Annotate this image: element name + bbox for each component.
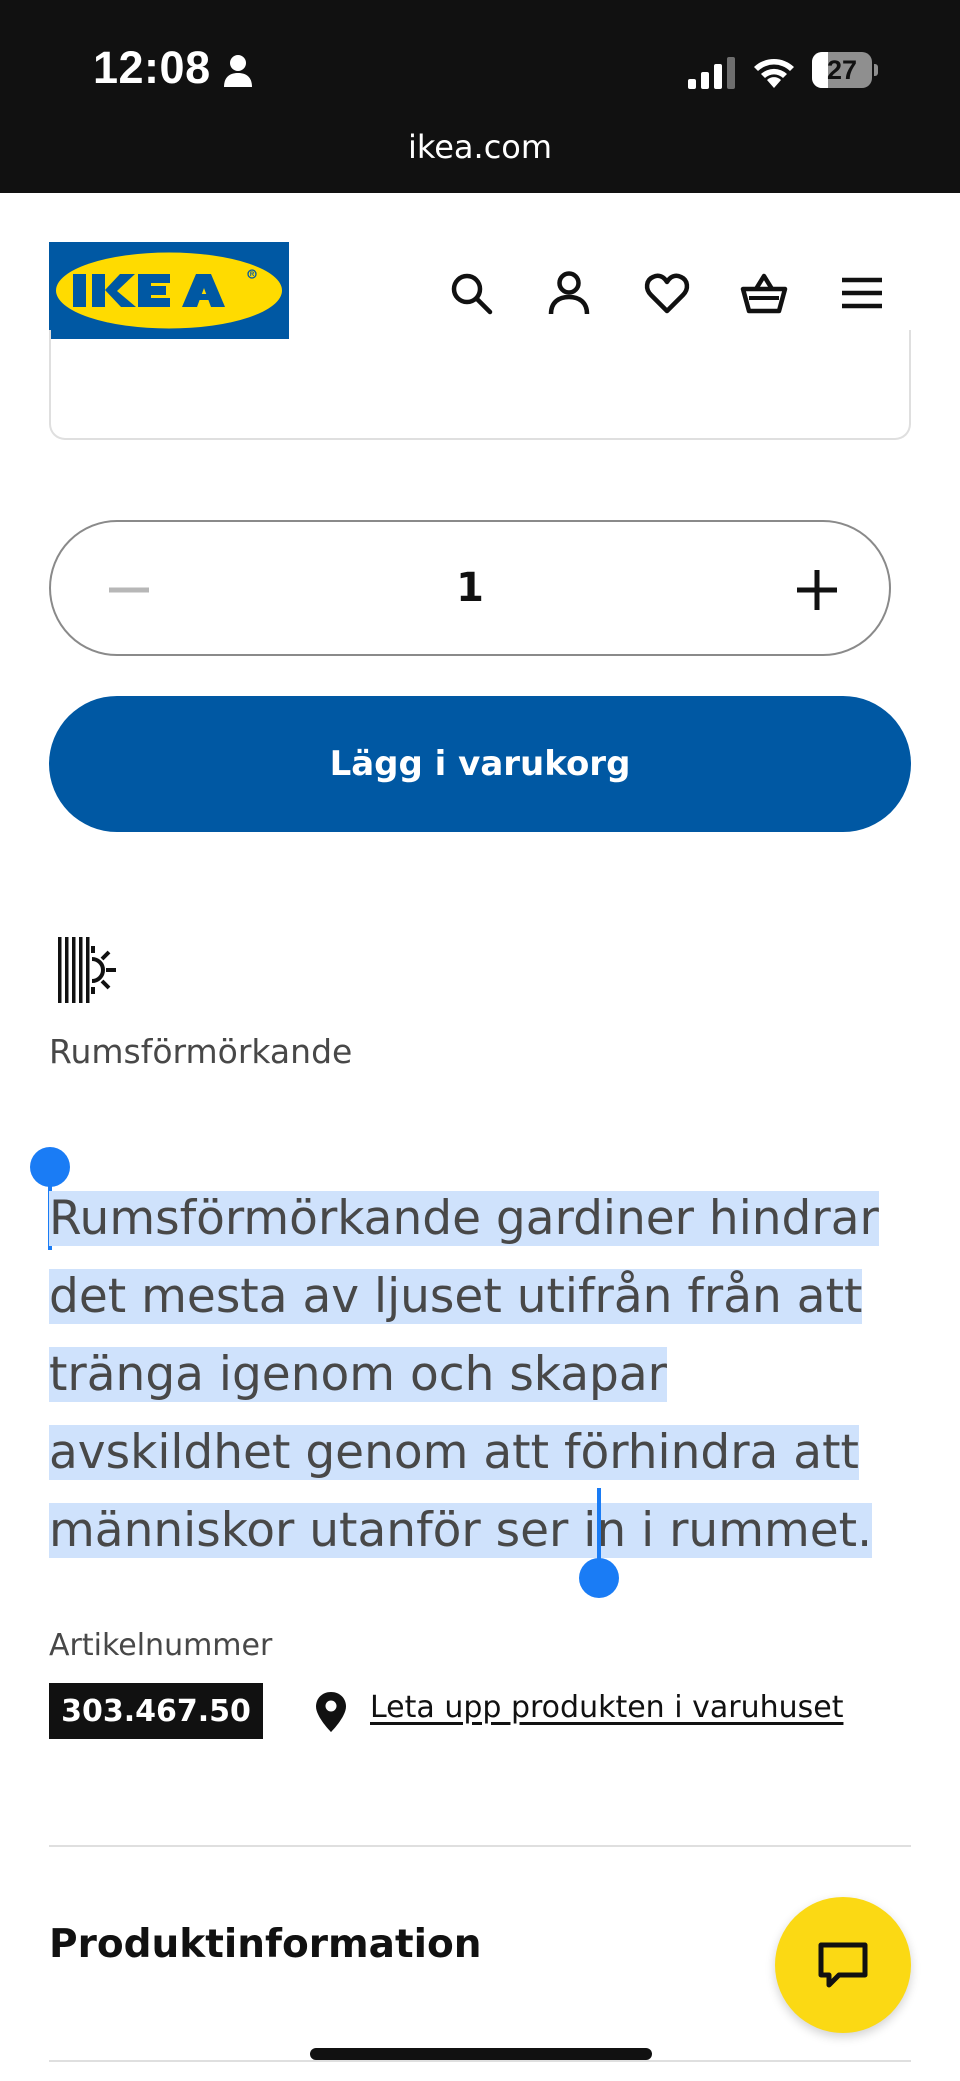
chat-icon (818, 1942, 868, 1988)
quantity-stepper[interactable]: 1 (49, 520, 891, 656)
option-select-box[interactable] (49, 330, 911, 440)
person-icon (224, 55, 252, 87)
increase-quantity-button[interactable] (787, 560, 847, 620)
url-address[interactable]: ikea.com (0, 128, 960, 166)
article-number-badge: 303.467.50 (49, 1683, 263, 1739)
product-information-heading[interactable]: Produktinformation (49, 1922, 482, 1967)
article-number-label: Artikelnummer (49, 1628, 273, 1663)
heart-icon[interactable] (643, 269, 691, 317)
room-darkening-icon (58, 937, 116, 1003)
add-to-cart-button[interactable]: Lägg i varukorg (49, 696, 911, 832)
svg-text:R: R (250, 272, 255, 278)
status-time: 12:08 (93, 42, 211, 93)
section-divider (49, 1845, 911, 1847)
basket-icon[interactable] (740, 269, 788, 317)
product-description: Rumsförmörkande gardiner hindrar det mes… (49, 1180, 919, 1570)
user-icon[interactable] (545, 269, 593, 317)
selected-text[interactable]: Rumsförmörkande gardiner hindrar det mes… (49, 1191, 879, 1558)
decrease-quantity-button[interactable] (99, 560, 159, 620)
menu-icon[interactable] (838, 269, 886, 317)
home-indicator[interactable] (310, 2048, 652, 2060)
find-in-store-link[interactable]: Leta upp produkten i varuhuset (370, 1690, 843, 1725)
location-pin-icon (316, 1692, 346, 1732)
cellular-signal-icon (688, 57, 735, 89)
battery-percent: 27 (826, 54, 858, 85)
status-bar: 12:08 27 ikea.com (0, 0, 960, 193)
selection-end-handle[interactable] (579, 1558, 619, 1598)
chat-button[interactable] (775, 1897, 911, 2033)
quantity-value: 1 (456, 565, 484, 611)
selection-end-caret (597, 1488, 601, 1568)
ikea-logo[interactable]: R (49, 242, 289, 339)
section-divider (49, 2060, 911, 2062)
search-icon[interactable] (447, 269, 495, 317)
wifi-icon (754, 59, 794, 88)
battery-icon: 27 (812, 52, 878, 88)
feature-label: Rumsförmörkande (49, 1032, 353, 1071)
